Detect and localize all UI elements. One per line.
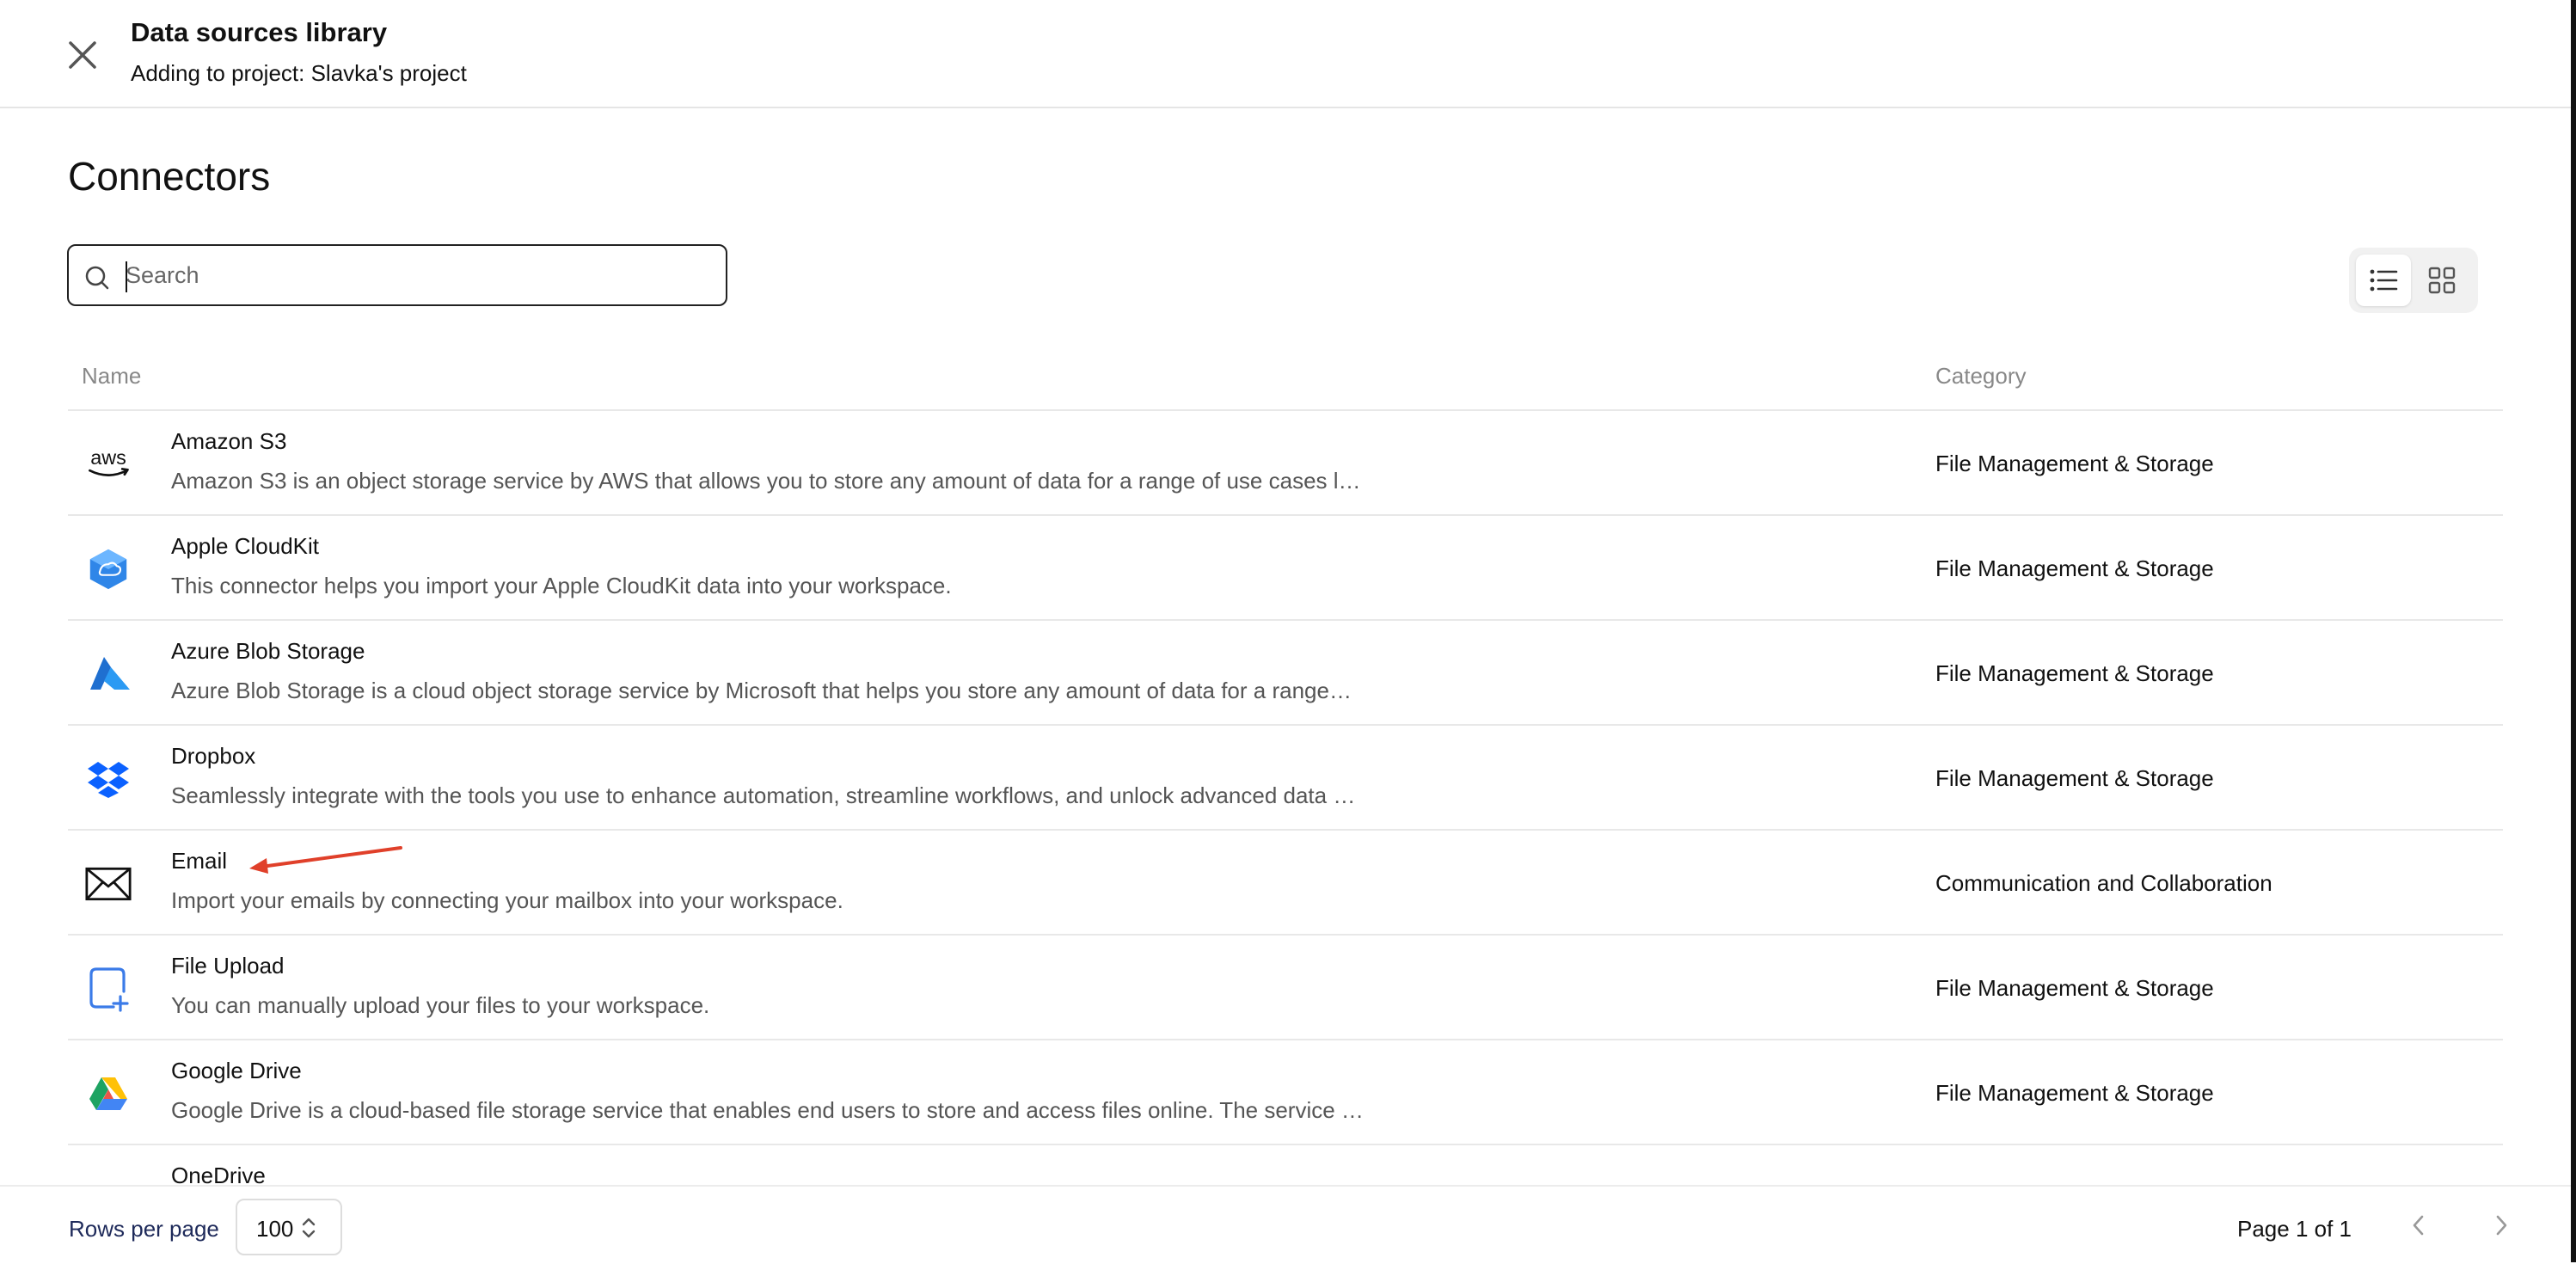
text-caret xyxy=(126,261,127,292)
connector-name: Apple CloudKit xyxy=(171,533,319,559)
window-edge xyxy=(2571,0,2576,1262)
svg-text:aws: aws xyxy=(90,446,126,469)
table-row[interactable]: aws Amazon S3 Amazon S3 is an object sto… xyxy=(68,411,2503,516)
connector-description: Amazon S3 is an object storage service b… xyxy=(171,468,1361,494)
search-box[interactable] xyxy=(67,244,727,306)
table-row[interactable]: File Upload You can manually upload your… xyxy=(68,936,2503,1040)
close-icon xyxy=(69,41,96,69)
table-row[interactable]: Azure Blob Storage Azure Blob Storage is… xyxy=(68,621,2503,726)
connector-name: Google Drive xyxy=(171,1058,302,1083)
connector-name: Amazon S3 xyxy=(171,428,287,454)
connector-category: File Management & Storage xyxy=(1935,1080,2214,1106)
connector-category: File Management & Storage xyxy=(1935,975,2214,1001)
annotation-arrow xyxy=(249,846,402,874)
grid-view-icon xyxy=(2428,267,2456,294)
connector-name: Dropbox xyxy=(171,743,256,769)
next-page-button[interactable] xyxy=(2481,1206,2521,1245)
file-upload-icon xyxy=(85,966,132,1012)
previous-page-button[interactable] xyxy=(2399,1206,2438,1245)
list-view-button[interactable] xyxy=(2356,255,2411,306)
dialog-title: Data sources library xyxy=(131,17,388,47)
rows-per-page-label: Rows per page xyxy=(69,1216,219,1242)
chevron-left-icon xyxy=(2413,1215,2424,1236)
dialog-header: Data sources library Adding to project: … xyxy=(0,0,2571,108)
connector-description: Import your emails by connecting your ma… xyxy=(171,887,843,913)
rows-per-page-select[interactable]: 100 xyxy=(236,1199,342,1255)
google-drive-logo-icon xyxy=(85,1071,132,1117)
pagination-footer: Rows per page 100 Page 1 of 1 xyxy=(0,1185,2571,1264)
connector-description: Google Drive is a cloud-based file stora… xyxy=(171,1097,1364,1123)
dropbox-logo-icon xyxy=(85,756,132,802)
column-header-name[interactable]: Name xyxy=(82,363,141,390)
search-icon xyxy=(85,266,109,290)
list-view-icon xyxy=(2370,269,2398,291)
connector-name: File Upload xyxy=(171,953,285,979)
connector-description: You can manually upload your files to yo… xyxy=(171,992,710,1018)
table-row[interactable]: Email Import your emails by connecting y… xyxy=(68,831,2503,936)
aws-logo-icon: aws xyxy=(85,441,132,488)
page-title: Connectors xyxy=(68,154,271,199)
table-row[interactable]: Dropbox Seamlessly integrate with the to… xyxy=(68,726,2503,831)
grid-view-button[interactable] xyxy=(2414,255,2469,306)
connector-name: Email xyxy=(171,848,228,874)
envelope-icon xyxy=(85,861,132,907)
connector-description: This connector helps you import your App… xyxy=(171,573,952,598)
table-row[interactable]: Apple CloudKit This connector helps you … xyxy=(68,516,2503,621)
cloudkit-logo-icon xyxy=(85,546,132,592)
connector-category: File Management & Storage xyxy=(1935,451,2214,476)
rows-per-page-value: 100 xyxy=(256,1216,294,1242)
search-input[interactable] xyxy=(117,251,710,299)
connector-category: File Management & Storage xyxy=(1935,765,2214,791)
view-toggle xyxy=(2349,248,2478,313)
close-button[interactable] xyxy=(58,31,107,79)
connector-name: Azure Blob Storage xyxy=(171,638,365,664)
chevron-up-down-icon xyxy=(302,1218,316,1238)
connector-description: Azure Blob Storage is a cloud object sto… xyxy=(171,678,1352,703)
connector-category: Communication and Collaboration xyxy=(1935,870,2272,896)
chevron-right-icon xyxy=(2496,1215,2507,1236)
dialog-subtitle: Adding to project: Slavka's project xyxy=(131,60,467,86)
connector-category: File Management & Storage xyxy=(1935,555,2214,581)
table-row[interactable]: Google Drive Google Drive is a cloud-bas… xyxy=(68,1040,2503,1145)
connector-category: File Management & Storage xyxy=(1935,660,2214,686)
connector-description: Seamlessly integrate with the tools you … xyxy=(171,782,1356,808)
azure-logo-icon xyxy=(85,651,132,697)
column-header-category[interactable]: Category xyxy=(1935,363,2027,390)
page-indicator: Page 1 of 1 xyxy=(2237,1216,2352,1242)
